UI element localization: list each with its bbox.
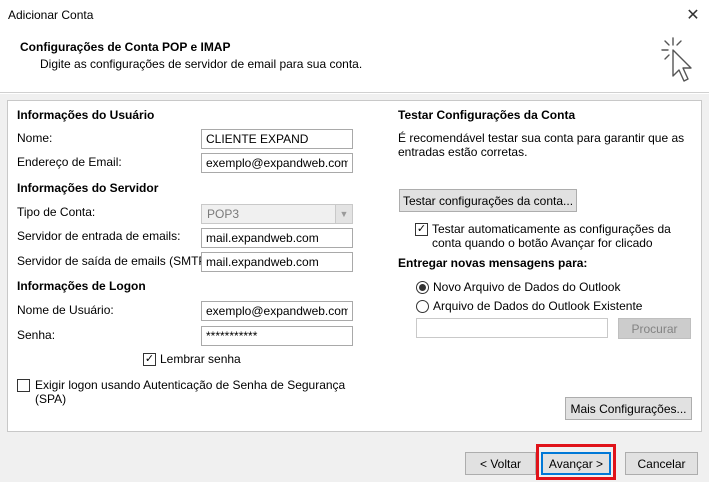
delivery-new-radio[interactable] [416, 280, 429, 294]
dialog-header: Configurações de Conta POP e IMAP Digite… [0, 30, 709, 93]
remember-password-label: Lembrar senha [160, 352, 241, 366]
password-input[interactable] [201, 326, 353, 346]
email-label: Endereço de Email: [17, 155, 122, 169]
spa-checkbox[interactable] [17, 379, 30, 392]
settings-panel: Informações do Usuário Nome: Endereço de… [7, 100, 702, 432]
remember-password-checkbox[interactable]: ✓ [143, 352, 156, 366]
spa-label-line2: (SPA) [35, 392, 67, 406]
auto-test-label-line2: conta quando o botão Avançar for clicado [432, 236, 653, 250]
outgoing-server-label: Servidor de saída de emails (SMTP): [17, 254, 214, 268]
auto-test-label: Testar automaticamente as configurações … [432, 222, 671, 250]
test-description-line2: entradas estão corretas. [398, 145, 528, 159]
auto-test-option[interactable]: ✓ Testar automaticamente as configuraçõe… [415, 222, 671, 250]
header-title: Configurações de Conta POP e IMAP [20, 40, 231, 54]
spa-option[interactable]: Exigir logon usando Autenticação de Senh… [17, 378, 345, 406]
delivery-existing-label: Arquivo de Dados do Outlook Existente [433, 299, 643, 313]
title-bar: Adicionar Conta ✕ [0, 0, 709, 30]
spa-label-line1: Exigir logon usando Autenticação de Senh… [35, 378, 346, 392]
email-input[interactable] [201, 153, 353, 173]
delivery-option-new[interactable]: Novo Arquivo de Dados do Outlook [416, 280, 620, 294]
next-button[interactable]: Avançar > [541, 452, 611, 475]
delivery-option-existing[interactable]: Arquivo de Dados do Outlook Existente [416, 299, 642, 313]
password-label: Senha: [17, 328, 56, 342]
cancel-button[interactable]: Cancelar [625, 452, 698, 475]
account-type-value: POP3 [207, 207, 240, 221]
account-type-label: Tipo de Conta: [17, 205, 96, 219]
back-button[interactable]: < Voltar [465, 452, 536, 475]
test-settings-button[interactable]: Testar configurações da conta... [399, 189, 577, 212]
dialog-footer: < Voltar Avançar > Cancelar [0, 436, 709, 482]
dialog-body: Informações do Usuário Nome: Endereço de… [0, 94, 709, 436]
more-settings-button[interactable]: Mais Configurações... [565, 397, 692, 420]
chevron-down-icon: ▼ [335, 205, 352, 223]
name-input[interactable] [201, 129, 353, 149]
account-type-select: POP3 ▼ [201, 204, 353, 224]
close-icon[interactable]: ✕ [680, 4, 706, 26]
remember-password-option[interactable]: ✓ Lembrar senha [143, 352, 241, 366]
delivery-new-label: Novo Arquivo de Dados do Outlook [433, 280, 621, 294]
outgoing-server-input[interactable] [201, 252, 353, 272]
user-info-heading: Informações do Usuário [17, 108, 155, 122]
radio-selected-dot [419, 283, 426, 291]
delivery-existing-radio[interactable] [416, 299, 429, 313]
header-subtitle: Digite as configurações de servidor de e… [40, 57, 363, 71]
data-file-path-input[interactable] [416, 318, 608, 338]
test-description: É recomendável testar sua conta para gar… [398, 131, 684, 159]
auto-test-label-line1: Testar automaticamente as configurações … [432, 222, 671, 236]
test-settings-heading: Testar Configurações da Conta [398, 108, 576, 122]
logon-info-heading: Informações de Logon [17, 279, 146, 293]
auto-test-checkbox[interactable]: ✓ [415, 223, 428, 236]
test-description-line1: É recomendável testar sua conta para gar… [398, 131, 685, 145]
delivery-heading: Entregar novas mensagens para: [398, 256, 588, 270]
spa-label: Exigir logon usando Autenticação de Senh… [35, 378, 345, 406]
browse-button[interactable]: Procurar [618, 318, 691, 339]
cursor-click-icon [661, 37, 692, 82]
username-label: Nome de Usuário: [17, 303, 114, 317]
window-title: Adicionar Conta [8, 8, 94, 22]
incoming-server-input[interactable] [201, 228, 353, 248]
server-info-heading: Informações do Servidor [17, 181, 159, 195]
incoming-server-label: Servidor de entrada de emails: [17, 229, 181, 243]
name-label: Nome: [17, 131, 53, 145]
username-input[interactable] [201, 301, 353, 321]
